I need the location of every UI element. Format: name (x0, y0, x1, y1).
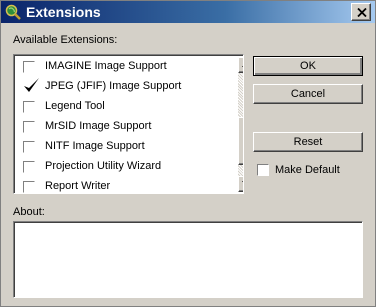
about-label: About: (13, 206, 45, 218)
available-extensions-label: Available Extensions: (13, 34, 118, 46)
scroll-down-button[interactable] (238, 176, 243, 192)
checkbox[interactable] (23, 101, 35, 113)
checkmark-icon[interactable] (21, 76, 41, 96)
ok-button[interactable]: OK (253, 56, 363, 76)
list-item-legend-tool[interactable]: Legend Tool (16, 97, 227, 117)
list-item-imagine[interactable]: IMAGINE Image Support (16, 57, 227, 77)
reset-button[interactable]: Reset (253, 132, 363, 152)
list-item-projection-utility[interactable]: Projection Utility Wizard (16, 157, 227, 177)
checkbox[interactable] (23, 121, 35, 133)
make-default-checkbox[interactable] (257, 164, 269, 176)
cancel-button[interactable]: Cancel (253, 84, 363, 104)
list-item-label: Report Writer (45, 180, 111, 192)
window-title: Extensions (26, 4, 101, 20)
make-default-option[interactable]: Make Default (257, 164, 376, 178)
make-default-label: Make Default (275, 164, 340, 176)
extensions-dialog: Extensions Available Extensions: IMAGINE… (0, 0, 376, 307)
list-item-label: Legend Tool (45, 100, 105, 112)
checkbox[interactable] (23, 61, 35, 73)
about-text-box[interactable] (13, 221, 363, 298)
checkbox[interactable] (23, 181, 35, 193)
title-bar[interactable]: Extensions (1, 1, 375, 23)
checkbox[interactable] (23, 141, 35, 153)
list-item-report-writer[interactable]: Report Writer (16, 177, 227, 193)
list-item-jpeg[interactable]: JPEG (JFIF) Image Support (16, 77, 227, 97)
vertical-scrollbar[interactable] (238, 57, 243, 192)
list-item-label: MrSID Image Support (45, 120, 152, 132)
list-item-label: Projection Utility Wizard (45, 160, 162, 172)
arrow-up-icon (242, 65, 243, 67)
list-item-label: NITF Image Support (45, 140, 145, 152)
scroll-up-button[interactable] (238, 57, 243, 73)
close-button[interactable] (351, 3, 371, 21)
scroll-thumb[interactable] (238, 117, 243, 165)
close-icon (357, 8, 367, 17)
list-item-nitf[interactable]: NITF Image Support (16, 137, 227, 157)
list-item-mrsid[interactable]: MrSID Image Support (16, 117, 227, 137)
extensions-list[interactable]: IMAGINE Image Support JPEG (JFIF) Image … (13, 54, 244, 194)
list-item-label: JPEG (JFIF) Image Support (45, 80, 182, 92)
checkbox[interactable] (23, 161, 35, 173)
magnifier-globe-icon (5, 4, 21, 20)
arrow-down-icon (242, 181, 243, 183)
list-item-label: IMAGINE Image Support (45, 60, 167, 72)
